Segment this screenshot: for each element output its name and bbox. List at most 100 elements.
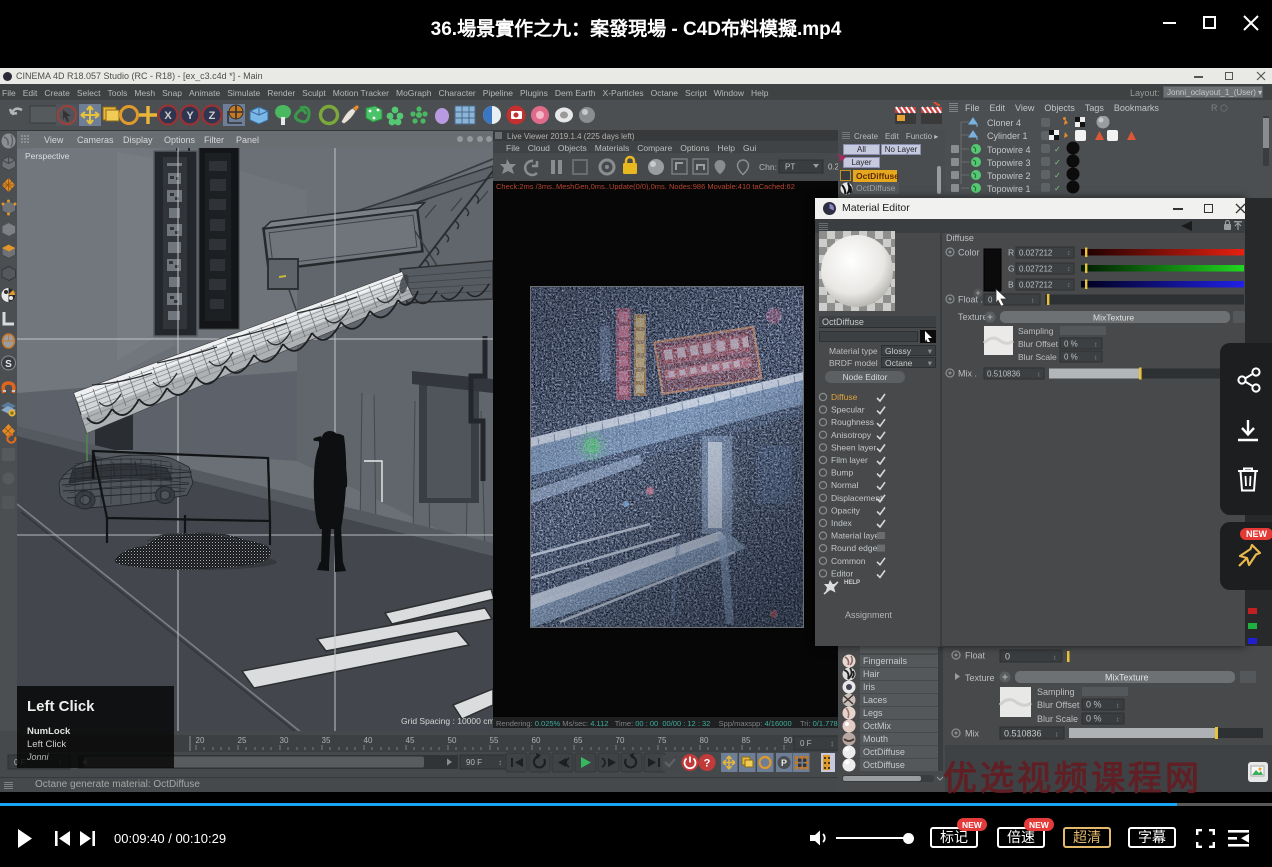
svg-text:?: ? [704,758,711,770]
svg-text:↕: ↕ [1067,282,1071,289]
svg-text:25: 25 [238,736,247,745]
svg-text:45: 45 [406,736,415,745]
svg-text:Topowire 3: Topowire 3 [987,158,1031,168]
svg-text:✓: ✓ [1054,171,1061,180]
svg-text:Texture: Texture [958,312,988,322]
svg-text:Roughness: Roughness [831,417,874,427]
svg-text:MixTexture: MixTexture [1105,673,1149,683]
svg-text:OctDiffuse: OctDiffuse [863,760,905,770]
svg-text:Sampling: Sampling [1018,326,1054,336]
svg-text:S: S [5,359,12,370]
svg-text:90: 90 [784,736,793,745]
svg-text:↕: ↕ [1053,655,1057,662]
svg-text:0: 0 [1005,652,1010,662]
svg-text:85: 85 [742,736,751,745]
svg-text:✓: ✓ [1054,158,1061,167]
svg-text:0 %: 0 % [1086,714,1102,724]
svg-text:Anisotropy: Anisotropy [831,430,872,440]
svg-text:Options: Options [164,135,196,145]
svg-text:0.027212: 0.027212 [1019,281,1053,290]
svg-text:Opacity: Opacity [831,505,861,515]
svg-text:Filter: Filter [204,135,224,145]
svg-text:Iris: Iris [863,682,875,692]
svg-text:30: 30 [280,736,289,745]
svg-text:Topowire 1: Topowire 1 [987,184,1031,194]
svg-text:Sampling: Sampling [1037,687,1075,697]
svg-text:Texture: Texture [965,673,995,683]
svg-text:Topowire 2: Topowire 2 [987,171,1031,181]
svg-text:Normal: Normal [831,480,859,490]
svg-text:0.510836: 0.510836 [1004,729,1042,739]
svg-text:↕: ↕ [830,739,834,748]
svg-text:60: 60 [532,736,541,745]
svg-text:50: 50 [448,736,457,745]
svg-text:Y: Y [186,110,194,122]
svg-text:PT: PT [785,163,795,172]
svg-text:Mouth: Mouth [863,734,888,744]
svg-text:Chn:: Chn: [759,162,777,172]
svg-text:Index: Index [831,518,853,528]
svg-text:Grid Spacing : 10000 cm: Grid Spacing : 10000 cm [401,716,493,726]
svg-text:↕: ↕ [1067,266,1071,273]
svg-text:0 %: 0 % [1064,353,1078,362]
svg-text:Blur Scale: Blur Scale [1018,352,1057,362]
svg-text:Cylinder 1: Cylinder 1 [987,131,1028,141]
svg-text:Mix: Mix [965,729,979,739]
svg-text:Blur Offset: Blur Offset [1037,700,1080,710]
svg-text:Film layer: Film layer [831,455,868,465]
svg-text:Color: Color [958,248,980,258]
svg-text:↕: ↕ [498,758,502,767]
svg-text:✓: ✓ [1054,145,1061,154]
svg-text:Material layer: Material layer [831,531,882,541]
svg-text:0 %: 0 % [1086,700,1102,710]
svg-text:↕: ↕ [1037,372,1041,379]
svg-text:↕: ↕ [1067,250,1071,257]
svg-text:↕: ↕ [1116,703,1120,710]
svg-text:Perspective: Perspective [25,151,70,161]
svg-text:X: X [164,110,172,122]
svg-text:Cameras: Cameras [77,135,114,145]
svg-text:0.027212: 0.027212 [1019,265,1053,274]
svg-text:Diffuse: Diffuse [946,233,974,243]
svg-text:0: 0 [988,296,993,305]
svg-text:Float .: Float . [958,295,983,305]
svg-text:20: 20 [196,736,205,745]
svg-text:R: R [1008,248,1014,258]
svg-text:40: 40 [364,736,373,745]
svg-text:65: 65 [574,736,583,745]
svg-text:MixTexture: MixTexture [1093,313,1134,323]
svg-text:Float: Float [965,651,986,661]
svg-text:OctDiffuse: OctDiffuse [863,747,905,757]
svg-text:HELP: HELP [844,580,860,586]
svg-text:G: G [1008,264,1015,274]
svg-text:Display: Display [123,135,153,145]
svg-text:0.027212: 0.027212 [1019,249,1053,258]
svg-text:Displacement: Displacement [831,493,883,503]
svg-text:Blur Scale: Blur Scale [1037,714,1078,724]
svg-text:Topowire 4: Topowire 4 [987,145,1031,155]
svg-text:0 F: 0 F [800,739,812,748]
svg-text:0 %: 0 % [1064,340,1078,349]
svg-text:Common: Common [831,556,866,566]
svg-text:70: 70 [616,736,625,745]
svg-text:↕: ↕ [1031,298,1035,305]
svg-text:↕: ↕ [1116,717,1120,724]
svg-text:↕: ↕ [1055,732,1059,739]
svg-text:75: 75 [658,736,667,745]
svg-text:Laces: Laces [863,695,888,705]
svg-text:Z: Z [209,110,216,122]
svg-text:Specular: Specular [831,405,865,415]
svg-text:Legs: Legs [863,708,883,718]
svg-text:Fingernails: Fingernails [863,656,908,666]
svg-text:↕: ↕ [1094,342,1098,349]
svg-text:Blur Offset: Blur Offset [1018,339,1059,349]
svg-text:Round edges: Round edges [831,543,882,553]
svg-text:P: P [781,758,787,768]
svg-text:0.510836: 0.510836 [987,370,1021,379]
svg-text:80: 80 [700,736,709,745]
svg-text:Mix .: Mix . [958,369,977,379]
svg-text:View: View [44,135,64,145]
svg-text:55: 55 [490,736,499,745]
svg-text:Cloner 4: Cloner 4 [987,118,1021,128]
svg-text:Panel: Panel [236,135,259,145]
